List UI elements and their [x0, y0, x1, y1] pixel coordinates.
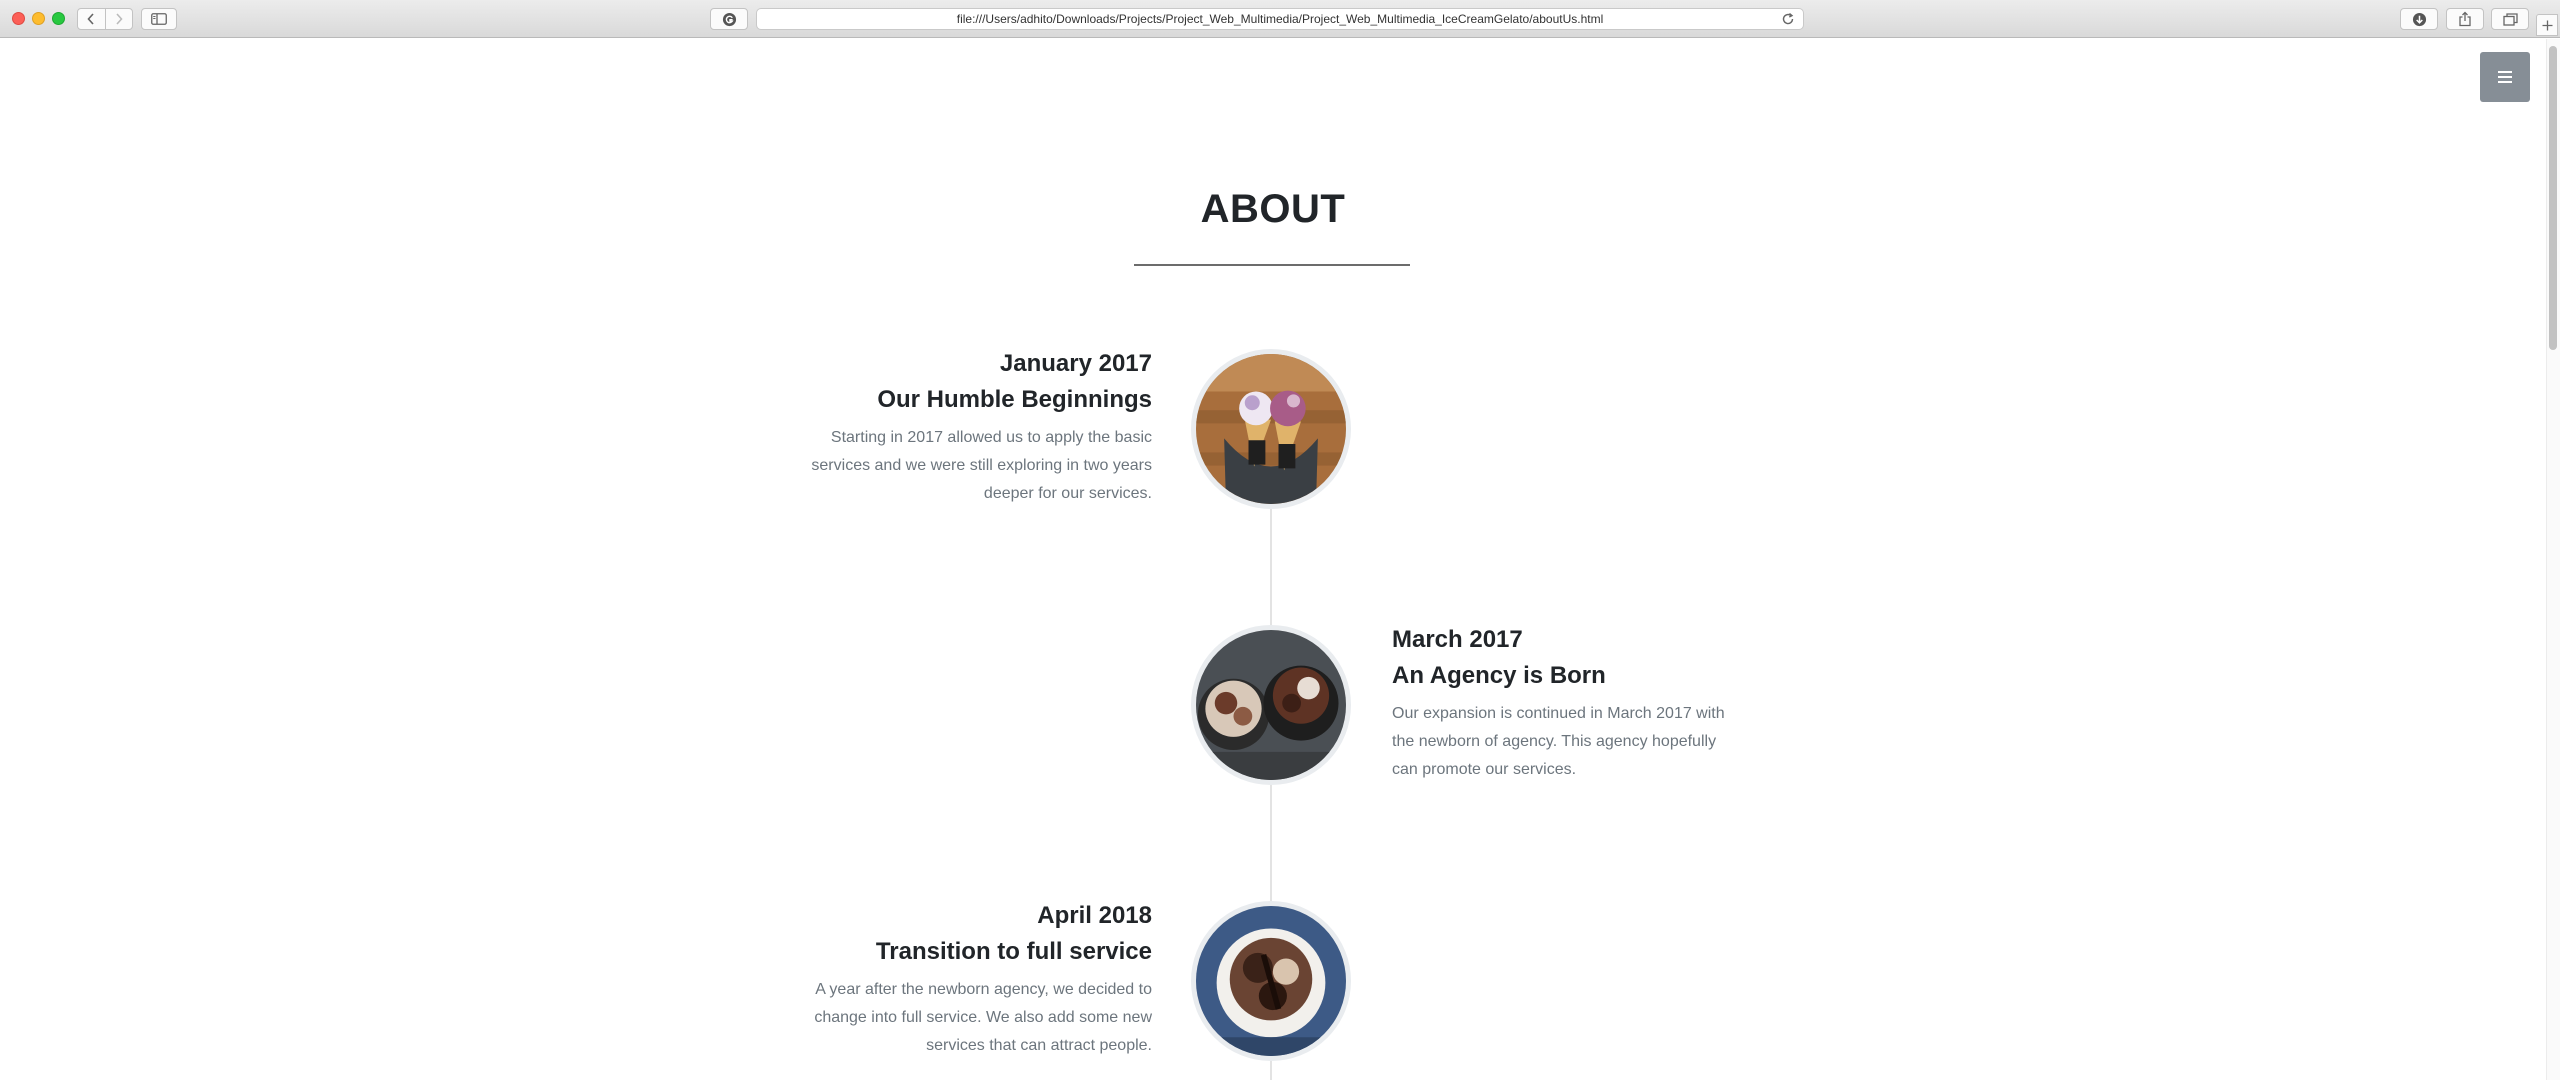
page-title: ABOUT [1200, 187, 1346, 231]
timeline-heading: Transition to full service [875, 938, 1152, 965]
url-text: file:///Users/adhito/Downloads/Projects/… [956, 12, 1604, 26]
new-tab-button[interactable] [2536, 14, 2558, 36]
zoom-window-button[interactable] [52, 12, 65, 25]
timeline-body: Starting in 2017 allowed us to apply the… [811, 429, 1152, 502]
download-icon [2412, 12, 2426, 26]
browser-toolbar: file:///Users/adhito/Downloads/Projects/… [0, 0, 2560, 38]
timeline-date: April 2018 [1037, 902, 1152, 929]
timeline-heading: Our Humble Beginnings [877, 386, 1152, 413]
menu-toggle-button[interactable] [2480, 52, 2530, 102]
scrollbar-thumb[interactable] [2549, 46, 2557, 350]
address-bar[interactable]: file:///Users/adhito/Downloads/Projects/… [756, 8, 1804, 30]
reload-icon[interactable] [1781, 12, 1795, 26]
share-icon [2459, 11, 2471, 27]
sidebar-icon [151, 13, 167, 25]
plus-icon [2542, 20, 2552, 30]
forward-button[interactable] [104, 9, 133, 29]
history-navigation [77, 8, 133, 30]
chocolate-gelato-bowl-photo [1191, 901, 1351, 1061]
downloads-button[interactable] [2400, 8, 2438, 30]
tabs-icon [2502, 12, 2518, 26]
grammarly-icon [722, 12, 736, 26]
timeline-body: A year after the newborn agency, we deci… [814, 981, 1152, 1054]
timeline-date: January 2017 [999, 350, 1152, 377]
ice-cream-cones-photo [1191, 349, 1351, 509]
timeline-text: January 2017 Our Humble Beginnings Start… [807, 346, 1152, 508]
back-button[interactable] [78, 9, 105, 29]
minimize-window-button[interactable] [32, 12, 45, 25]
timeline-heading: An Agency is Born [1392, 662, 1606, 689]
chevron-left-icon [87, 13, 94, 25]
gelato-cups-photo [1191, 625, 1351, 785]
timeline-text: April 2018 Transition to full service A … [807, 898, 1152, 1060]
close-window-button[interactable] [12, 12, 25, 25]
chevron-right-icon [116, 13, 123, 25]
timeline-text: March 2017 An Agency is Born Our expansi… [1392, 622, 1737, 784]
share-button[interactable] [2446, 8, 2484, 30]
sidebar-toggle-button[interactable] [141, 8, 177, 30]
extension-button[interactable] [710, 8, 748, 30]
timeline-date: March 2017 [1392, 626, 1523, 653]
hamburger-icon [2498, 71, 2512, 83]
timeline-body: Our expansion is continued in March 2017… [1392, 705, 1725, 778]
title-divider [1134, 264, 1410, 266]
tabs-overview-button[interactable] [2491, 8, 2529, 30]
